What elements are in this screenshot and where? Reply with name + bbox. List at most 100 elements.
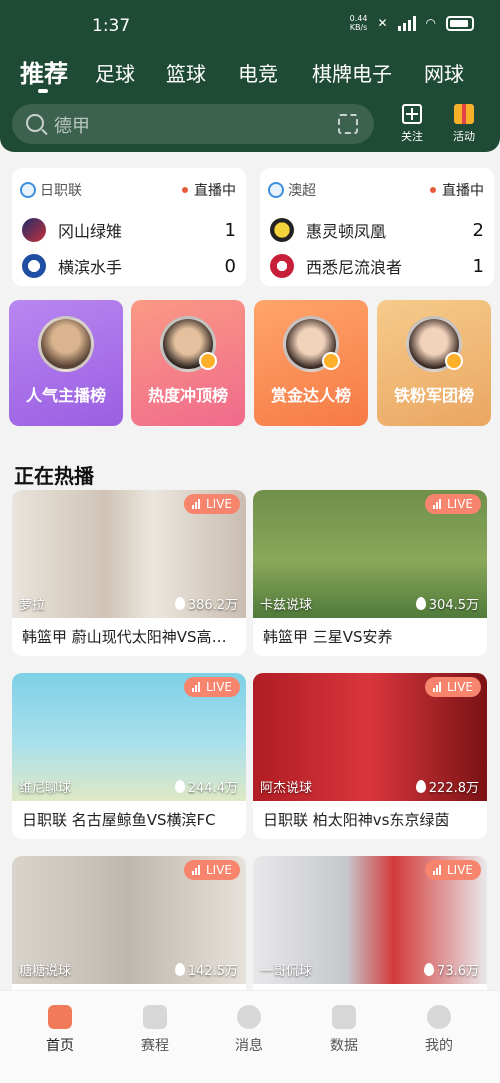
rank-card-hot-top[interactable]: 热度冲顶榜: [131, 300, 245, 426]
search-input[interactable]: 德甲: [54, 112, 90, 138]
fire-icon: [174, 597, 185, 610]
search-icon: [26, 114, 44, 132]
team-score: 1: [472, 255, 484, 277]
nav-schedule[interactable]: 赛程: [125, 1005, 185, 1055]
follow-label: 关注: [401, 130, 423, 143]
view-count-value: 142.5万: [187, 964, 238, 979]
network-speed-unit: KB/s: [349, 23, 368, 32]
fire-icon: [174, 963, 185, 976]
network-speed-value: 0.44: [349, 14, 368, 23]
live-badge-text: LIVE: [446, 680, 473, 694]
live-badge: LIVE: [183, 494, 240, 514]
away-team: 横滨水手 0: [22, 252, 242, 280]
stream-card[interactable]: LIVE 维尼聊球 244.4万 日职联 名古屋鲸鱼VS横滨FC: [12, 673, 246, 839]
stream-title: 韩篮甲 蔚山现代太阳神VS高阳索诺天空: [22, 628, 240, 646]
live-badge: LIVE: [183, 860, 240, 880]
avatar: [38, 316, 94, 372]
signal-bars-icon: [432, 499, 441, 509]
rank-tag-icon: [445, 352, 463, 370]
match-status: 直播中: [182, 180, 236, 200]
rank-card-popular-host[interactable]: 人气主播榜: [9, 300, 123, 426]
signal-icon: [397, 15, 416, 31]
tab-recommend[interactable]: 推荐: [20, 54, 68, 89]
view-count-value: 244.4万: [187, 781, 238, 796]
match-card[interactable]: 澳超 直播中 惠灵顿凤凰 2 西悉尼流浪者 1: [260, 168, 494, 286]
live-badge-text: LIVE: [205, 497, 232, 511]
live-dot-icon: [430, 187, 436, 193]
signal-bars-icon: [432, 865, 441, 875]
stream-title: 日职联 名古屋鲸鱼VS横滨FC: [22, 811, 216, 829]
nav-home[interactable]: 首页: [30, 1005, 90, 1055]
team-logo: [270, 254, 294, 278]
signal-bars-icon: [191, 682, 200, 692]
view-count-value: 304.5万: [428, 598, 479, 613]
stream-title: 日职联 柏太阳神vs东京绿茵: [263, 811, 450, 829]
host-name: 阿杰说球: [260, 781, 313, 796]
nav-label: 首页: [46, 1038, 74, 1054]
status-time: 1:37: [92, 16, 131, 36]
status-bar: 1:37 0.44 KB/s ✕ ◠: [0, 0, 500, 48]
rank-tag-icon: [199, 352, 217, 370]
view-count: 304.5万: [415, 594, 479, 613]
stream-card[interactable]: LIVE 卡兹说球 304.5万 韩篮甲 三星VS安养: [253, 490, 487, 656]
live-badge-text: LIVE: [205, 680, 232, 694]
fire-icon: [415, 597, 426, 610]
follow-button[interactable]: 关注: [390, 104, 434, 148]
nav-label: 赛程: [141, 1038, 169, 1054]
rank-label: 热度冲顶榜: [147, 386, 228, 405]
home-team: 冈山绿雉 1: [22, 216, 242, 244]
tab-esports[interactable]: 电竞: [238, 58, 278, 87]
team-name: 横滨水手: [58, 258, 123, 277]
view-count: 244.4万: [174, 777, 238, 796]
scan-icon[interactable]: [338, 114, 358, 134]
view-count: 142.5万: [174, 960, 238, 979]
live-badge: LIVE: [424, 494, 481, 514]
stream-card[interactable]: LIVE 阿杰说球 222.8万 日职联 柏太阳神vs东京绿茵: [253, 673, 487, 839]
signal-bars-icon: [191, 865, 200, 875]
view-count-value: 386.2万: [187, 598, 238, 613]
tab-basketball[interactable]: 篮球: [166, 58, 206, 87]
stream-title: 韩篮甲 三星VS安养: [263, 628, 393, 646]
view-count-value: 73.6万: [437, 964, 479, 979]
category-tabs: 推荐 足球 篮球 电竞 棋牌电子 网球: [0, 54, 500, 94]
team-name: 西悉尼流浪者: [306, 258, 403, 277]
activity-button[interactable]: 活动: [442, 104, 486, 148]
home-team: 惠灵顿凤凰 2: [270, 216, 490, 244]
rank-label: 赏金达人榜: [270, 386, 351, 405]
soccer-ball-icon: [20, 182, 36, 198]
view-count: 386.2万: [174, 594, 238, 613]
rank-tag-icon: [322, 352, 340, 370]
network-speed: 0.44 KB/s: [350, 14, 368, 32]
match-card[interactable]: 日职联 直播中 冈山绿雉 1 横滨水手 0: [12, 168, 246, 286]
signal-bars-icon: [191, 499, 200, 509]
tab-tennis[interactable]: 网球: [424, 58, 464, 87]
rank-label: 人气主播榜: [25, 386, 106, 405]
stream-card[interactable]: LIVE 萝拉 386.2万 韩篮甲 蔚山现代太阳神VS高阳索诺天空: [12, 490, 246, 656]
mute-icon: ✕: [377, 16, 388, 30]
rank-card-fans[interactable]: 铁粉军团榜: [377, 300, 491, 426]
team-score: 2: [472, 219, 484, 241]
signal-bars-icon: [432, 682, 441, 692]
rank-card-bounty[interactable]: 赏金达人榜: [254, 300, 368, 426]
nav-label: 我的: [425, 1038, 453, 1054]
nav-profile[interactable]: 我的: [409, 1005, 469, 1055]
home-icon: [48, 1005, 72, 1029]
live-dot-icon: [182, 187, 188, 193]
live-badge: LIVE: [424, 860, 481, 880]
host-name: 一哥侃球: [260, 964, 313, 979]
tab-football[interactable]: 足球: [95, 58, 135, 87]
nav-data[interactable]: 数据: [314, 1005, 374, 1055]
team-name: 惠灵顿凤凰: [306, 222, 387, 241]
league-name: 澳超: [288, 183, 316, 199]
nav-messages[interactable]: 消息: [219, 1005, 279, 1055]
tab-chess-electronic[interactable]: 棋牌电子: [312, 58, 392, 87]
live-badge: LIVE: [183, 677, 240, 697]
section-title: 正在热播: [14, 464, 94, 488]
team-logo: [22, 218, 46, 242]
search-bar[interactable]: 德甲: [12, 104, 374, 144]
live-badge-text: LIVE: [205, 863, 232, 877]
fire-icon: [424, 963, 435, 976]
team-score: 0: [224, 255, 236, 277]
host-name: 维尼聊球: [19, 781, 72, 796]
team-logo: [22, 254, 46, 278]
